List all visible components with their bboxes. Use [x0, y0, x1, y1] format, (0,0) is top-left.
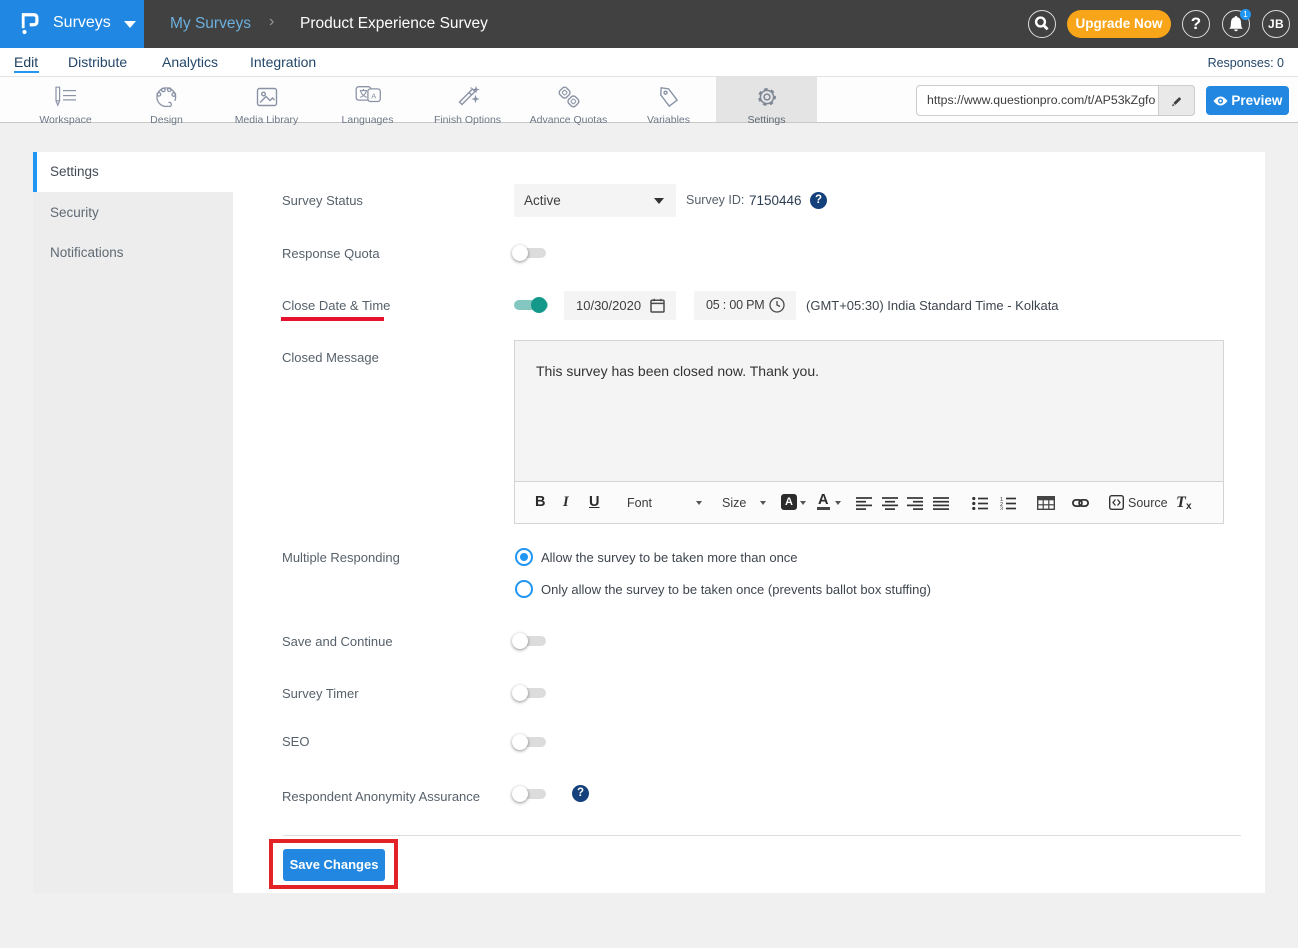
svg-text:3: 3 [1000, 507, 1003, 511]
svg-text:A: A [371, 91, 376, 100]
